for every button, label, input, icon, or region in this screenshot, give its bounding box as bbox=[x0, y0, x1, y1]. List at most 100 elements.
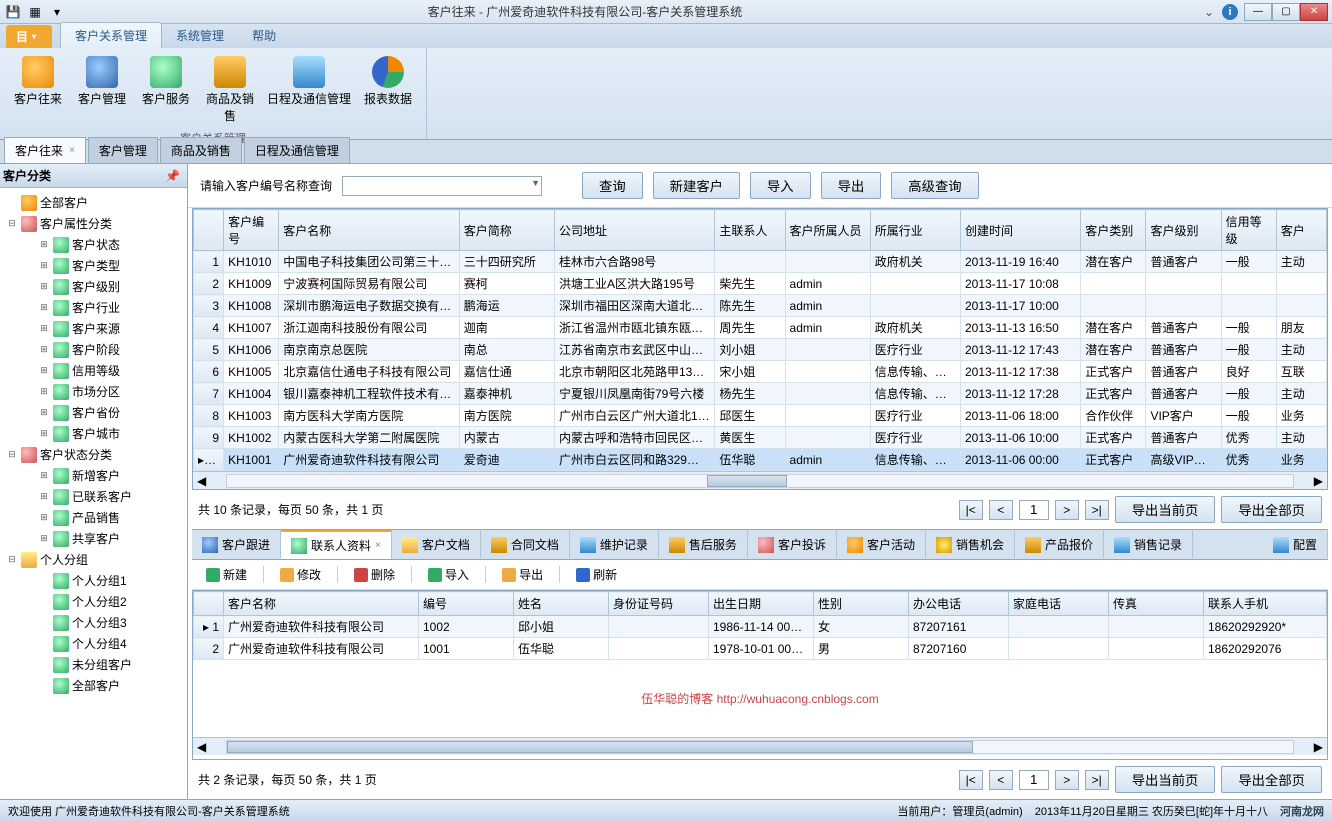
tree-product-sales[interactable]: ⊞产品销售 bbox=[2, 507, 185, 528]
col-customer-id[interactable]: 客户编号 bbox=[224, 210, 279, 251]
qat-dropdown-icon[interactable]: ▾ bbox=[48, 3, 66, 21]
table-row[interactable]: 3KH1008深圳市鹏海运电子数据交换有…鹏海运深圳市福田区深南大道北…陈先生a… bbox=[194, 295, 1327, 317]
tree-customer-industry[interactable]: ⊞客户行业 bbox=[2, 297, 185, 318]
table-row[interactable]: 5KH1006南京南京总医院南总江苏省南京市玄武区中山…刘小姐医疗行业2013-… bbox=[194, 339, 1327, 361]
help-icon[interactable]: i bbox=[1222, 4, 1238, 20]
tree-new-customer[interactable]: ⊞新增客户 bbox=[2, 465, 185, 486]
prev-page-button[interactable]: < bbox=[989, 500, 1013, 520]
tree-state-category[interactable]: ⊟客户状态分类 bbox=[2, 444, 185, 465]
col-address[interactable]: 公司地址 bbox=[554, 210, 714, 251]
col-owner[interactable]: 客户所属人员 bbox=[785, 210, 870, 251]
scol-hometel[interactable]: 家庭电话 bbox=[1009, 592, 1109, 616]
horizontal-scrollbar[interactable]: ◀▶ bbox=[193, 471, 1327, 489]
refresh-button[interactable]: 刷新 bbox=[570, 564, 623, 585]
col-created[interactable]: 创建时间 bbox=[960, 210, 1080, 251]
tree-customer-city[interactable]: ⊞客户城市 bbox=[2, 423, 185, 444]
last-page-button[interactable]: >| bbox=[1085, 500, 1109, 520]
col-source[interactable]: 客户 bbox=[1276, 210, 1326, 251]
subtab-followup[interactable]: 客户跟进 bbox=[192, 531, 281, 558]
page-input[interactable] bbox=[1019, 500, 1049, 520]
doc-tab-product-sales[interactable]: 商品及销售 bbox=[160, 137, 242, 163]
table-row[interactable]: ▸ 10KH1001广州爱奇迪软件科技有限公司爱奇迪广州市白云区同和路329号…… bbox=[194, 449, 1327, 471]
new-button[interactable]: 新建 bbox=[200, 564, 253, 585]
export-current-page-button[interactable]: 导出当前页 bbox=[1115, 766, 1216, 793]
table-row[interactable]: 1KH1010中国电子科技集团公司第三十…三十四研究所桂林市六合路98号政府机关… bbox=[194, 251, 1327, 273]
doc-tab-customer-manage[interactable]: 客户管理 bbox=[88, 137, 158, 163]
scol-customer[interactable]: 客户名称 bbox=[224, 592, 419, 616]
doc-tab-customer-interaction[interactable]: 客户往来× bbox=[4, 137, 86, 163]
subtab-activities[interactable]: 客户活动 bbox=[837, 531, 926, 558]
edit-button[interactable]: 修改 bbox=[274, 564, 327, 585]
query-button[interactable]: 查询 bbox=[582, 172, 643, 199]
subtab-contracts[interactable]: 合同文档 bbox=[481, 531, 570, 558]
tree-all-customers[interactable]: 全部客户 bbox=[2, 192, 185, 213]
tree-customer-province[interactable]: ⊞客户省份 bbox=[2, 402, 185, 423]
file-menu-button[interactable]: 目 bbox=[6, 25, 52, 48]
scol-officetel[interactable]: 办公电话 bbox=[909, 592, 1009, 616]
export-button[interactable]: 导出 bbox=[496, 564, 549, 585]
col-level[interactable]: 客户级别 bbox=[1146, 210, 1221, 251]
subtab-quotes[interactable]: 产品报价 bbox=[1015, 531, 1104, 558]
next-page-button[interactable]: > bbox=[1055, 770, 1079, 790]
subtab-sales-records[interactable]: 销售记录 bbox=[1104, 531, 1193, 558]
scol-dob[interactable]: 出生日期 bbox=[709, 592, 814, 616]
tree-customer-stage[interactable]: ⊞客户阶段 bbox=[2, 339, 185, 360]
table-row[interactable]: 4KH1007浙江迦南科技股份有限公司迦南浙江省温州市瓯北镇东瓯…周先生admi… bbox=[194, 317, 1327, 339]
subtab-config[interactable]: 配置 bbox=[1263, 531, 1328, 558]
close-icon[interactable]: × bbox=[375, 540, 381, 551]
pin-icon[interactable]: 📌 bbox=[161, 169, 184, 183]
scol-fax[interactable]: 传真 bbox=[1109, 592, 1204, 616]
qat-grid-icon[interactable]: ▦ bbox=[26, 3, 44, 21]
tree-credit-level[interactable]: ⊞信用等级 bbox=[2, 360, 185, 381]
table-row[interactable]: 6KH1005北京嘉信仕通电子科技有限公司嘉信仕通北京市朝阳区北苑路甲13…宋小… bbox=[194, 361, 1327, 383]
ribbon-btn-customer-service[interactable]: 客户服务 bbox=[136, 52, 196, 128]
ribbon-btn-product-sales[interactable]: 商品及销售 bbox=[200, 52, 260, 128]
tree-personal-1[interactable]: 个人分组1 bbox=[2, 570, 185, 591]
ribbon-btn-customer-interaction[interactable]: 客户往来 bbox=[8, 52, 68, 128]
page-input[interactable] bbox=[1019, 770, 1049, 790]
delete-button[interactable]: 删除 bbox=[348, 564, 401, 585]
prev-page-button[interactable]: < bbox=[989, 770, 1013, 790]
ribbon-btn-report-data[interactable]: 报表数据 bbox=[358, 52, 418, 128]
doc-tab-schedule-comm[interactable]: 日程及通信管理 bbox=[244, 137, 350, 163]
first-page-button[interactable]: |< bbox=[959, 500, 983, 520]
col-industry[interactable]: 所属行业 bbox=[870, 210, 960, 251]
close-button[interactable]: ✕ bbox=[1300, 3, 1328, 21]
chevron-down-icon[interactable]: ▼ bbox=[531, 178, 540, 188]
blog-link[interactable]: http://wuhuacong.cnblogs.com bbox=[717, 692, 879, 706]
col-category[interactable]: 客户类别 bbox=[1081, 210, 1146, 251]
ribbon-tab-system[interactable]: 系统管理 bbox=[162, 23, 238, 48]
tree-personal-group[interactable]: ⊟个人分组 bbox=[2, 549, 185, 570]
ribbon-btn-customer-manage[interactable]: 客户管理 bbox=[72, 52, 132, 128]
tree-customer-type[interactable]: ⊞客户类型 bbox=[2, 255, 185, 276]
ribbon-btn-schedule-comm[interactable]: 日程及通信管理 bbox=[264, 52, 354, 128]
tree-all-in-personal[interactable]: 全部客户 bbox=[2, 675, 185, 696]
scol-idcard[interactable]: 身份证号码 bbox=[609, 592, 709, 616]
scol-mobile[interactable]: 联系人手机 bbox=[1204, 592, 1327, 616]
col-rownum[interactable] bbox=[194, 210, 224, 251]
subtab-aftersales[interactable]: 售后服务 bbox=[659, 531, 748, 558]
export-all-pages-button[interactable]: 导出全部页 bbox=[1221, 496, 1322, 523]
tree-contacted-customer[interactable]: ⊞已联系客户 bbox=[2, 486, 185, 507]
table-row[interactable]: 2KH1009宁波赛柯国际贸易有限公司赛柯洪塘工业A区洪大路195号柴先生adm… bbox=[194, 273, 1327, 295]
tree-personal-4[interactable]: 个人分组4 bbox=[2, 633, 185, 654]
col-customer-name[interactable]: 客户名称 bbox=[279, 210, 459, 251]
col-main-contact[interactable]: 主联系人 bbox=[715, 210, 785, 251]
table-row[interactable]: ▸ 1广州爱奇迪软件科技有限公司1002邱小姐1986-11-14 00…女87… bbox=[194, 616, 1327, 638]
tree-personal-3[interactable]: 个人分组3 bbox=[2, 612, 185, 633]
ribbon-minimize-icon[interactable]: ⌄ bbox=[1204, 5, 1214, 19]
import-button[interactable]: 导入 bbox=[422, 564, 475, 585]
search-input[interactable] bbox=[342, 176, 542, 196]
subtab-maintenance[interactable]: 维护记录 bbox=[570, 531, 659, 558]
first-page-button[interactable]: |< bbox=[959, 770, 983, 790]
table-row[interactable]: 8KH1003南方医科大学南方医院南方医院广州市白云区广州大道北1…邱医生医疗行… bbox=[194, 405, 1327, 427]
qat-save-icon[interactable]: 💾 bbox=[4, 3, 22, 21]
scol-id[interactable]: 编号 bbox=[419, 592, 514, 616]
last-page-button[interactable]: >| bbox=[1085, 770, 1109, 790]
ribbon-tab-crm[interactable]: 客户关系管理 bbox=[60, 22, 162, 48]
tree-customer-level[interactable]: ⊞客户级别 bbox=[2, 276, 185, 297]
close-icon[interactable]: × bbox=[69, 145, 75, 156]
scol-sex[interactable]: 性别 bbox=[814, 592, 909, 616]
scol-name[interactable]: 姓名 bbox=[514, 592, 609, 616]
tree-shared-customer[interactable]: ⊞共享客户 bbox=[2, 528, 185, 549]
